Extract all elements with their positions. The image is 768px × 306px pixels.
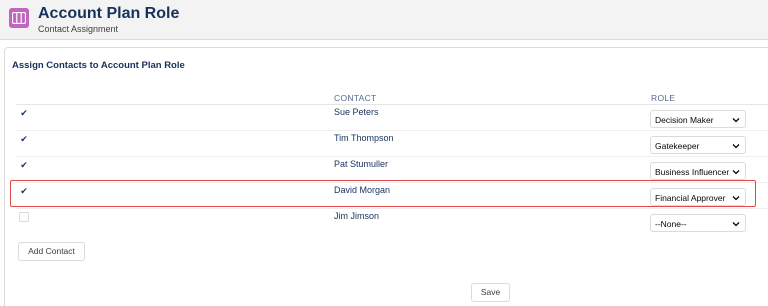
chevron-down-icon xyxy=(732,170,740,175)
row-checkbox[interactable]: ✔ xyxy=(19,160,29,170)
table-row: Jim Jimson --None-- xyxy=(0,209,768,235)
page-subtitle: Contact Assignment xyxy=(38,24,119,34)
role-select-value: Decision Maker xyxy=(655,115,714,125)
contact-name: Tim Thompson xyxy=(334,133,394,143)
role-select[interactable]: Decision Maker xyxy=(650,110,746,128)
page-header: Account Plan Role Contact Assignment xyxy=(0,0,768,40)
role-select[interactable]: Gatekeeper xyxy=(650,136,746,154)
add-contact-button[interactable]: Add Contact xyxy=(18,242,85,261)
row-checkbox[interactable] xyxy=(19,212,29,222)
section-title: Assign Contacts to Account Plan Role xyxy=(12,60,185,71)
chevron-down-icon xyxy=(732,144,740,149)
contact-name: Sue Peters xyxy=(334,107,379,117)
role-select-value: Gatekeeper xyxy=(655,141,700,151)
row-checkbox[interactable]: ✔ xyxy=(19,134,29,144)
chevron-down-icon xyxy=(732,222,740,227)
column-header-role: ROLE xyxy=(651,93,676,103)
account-plan-icon xyxy=(9,8,29,28)
role-select-value: --None-- xyxy=(655,219,687,229)
page-title: Account Plan Role xyxy=(38,5,180,22)
table-row: ✔ Sue Peters Decision Maker xyxy=(0,105,768,131)
save-button[interactable]: Save xyxy=(471,283,510,302)
role-select[interactable]: --None-- xyxy=(650,214,746,232)
role-select[interactable]: Business Influencer xyxy=(650,162,746,180)
chevron-down-icon xyxy=(732,118,740,123)
contact-name: Jim Jimson xyxy=(334,211,380,221)
role-select-value: Business Influencer xyxy=(655,167,730,177)
row-checkbox[interactable]: ✔ xyxy=(19,108,29,118)
contact-name: Pat Stumuller xyxy=(334,159,389,169)
column-header-contact: CONTACT xyxy=(334,93,377,103)
row-highlight xyxy=(10,180,756,207)
table-row: ✔ Tim Thompson Gatekeeper xyxy=(0,131,768,157)
